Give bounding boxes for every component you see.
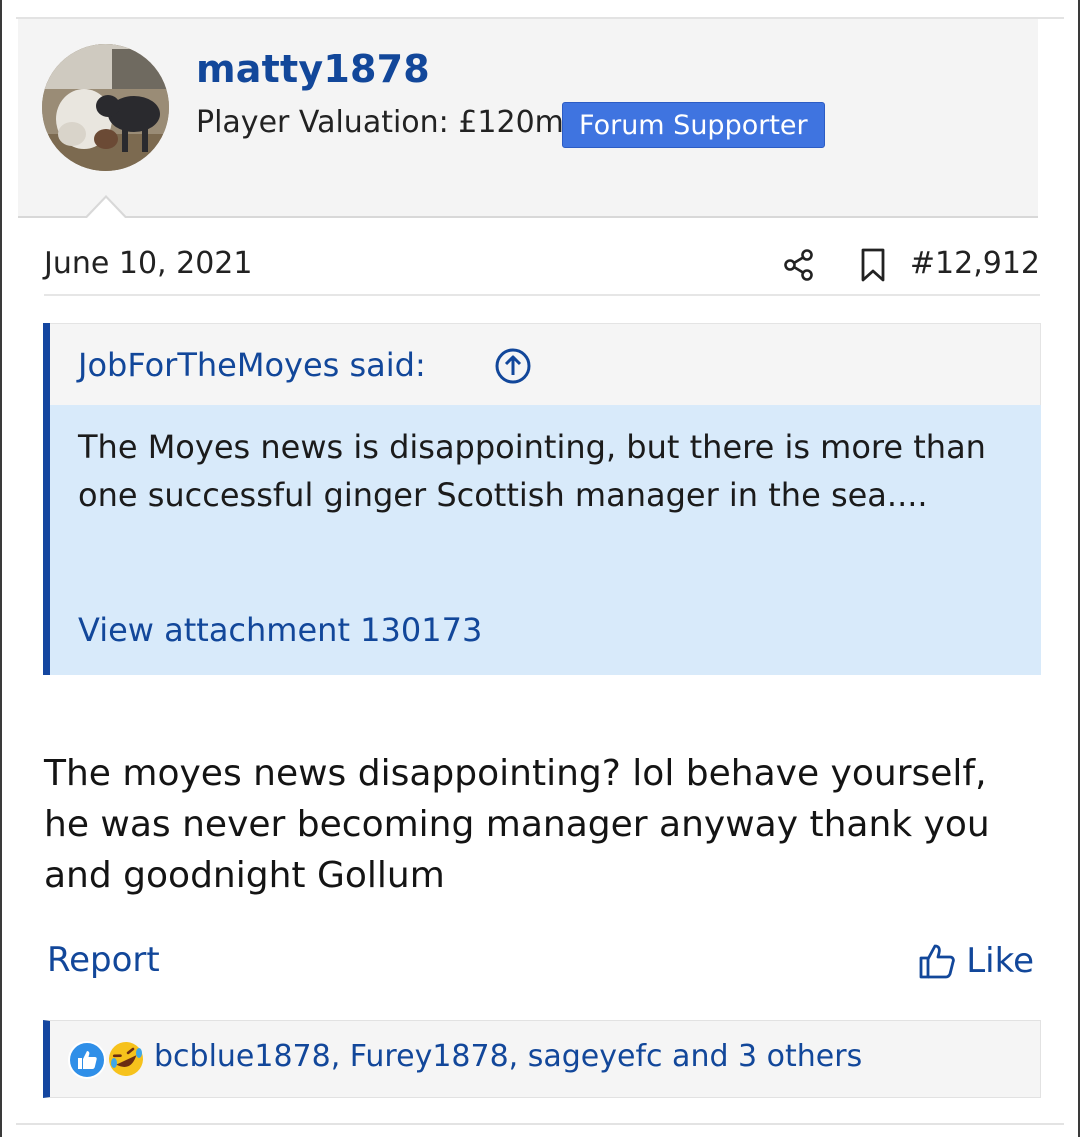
like-label: Like — [966, 941, 1034, 981]
report-link[interactable]: Report — [47, 940, 160, 980]
post-container: matty1878 Player Valuation: £120m Forum … — [0, 0, 1080, 1137]
arrow-up-circle-icon[interactable] — [494, 347, 532, 385]
header-pointer-fill — [86, 198, 126, 219]
divider — [16, 1123, 1064, 1125]
avatar-image — [42, 44, 169, 171]
forum-supporter-badge: Forum Supporter — [562, 102, 825, 148]
bookmark-icon[interactable] — [856, 247, 890, 283]
post-number[interactable]: #12,912 — [910, 246, 1040, 281]
user-valuation: Player Valuation: £120m — [196, 105, 564, 140]
quote-text: The Moyes news is disappointing, but the… — [78, 428, 986, 514]
reactions-bar[interactable]: bcblue1878, Furey1878, sageyefc and 3 ot… — [43, 1020, 1041, 1098]
share-icon[interactable] — [782, 248, 816, 282]
username[interactable]: matty1878 — [196, 47, 430, 91]
view-attachment-link[interactable]: View attachment 130173 — [78, 611, 482, 649]
like-button[interactable]: Like — [918, 938, 1034, 984]
quote-author[interactable]: JobForTheMoyes said: — [78, 346, 426, 384]
post-body: The moyes news disappointing? lol behave… — [44, 753, 990, 896]
avatar[interactable] — [42, 44, 169, 171]
laugh-reaction-icon — [109, 1042, 143, 1076]
reaction-users[interactable]: bcblue1878, Furey1878, sageyefc and 3 ot… — [154, 1039, 862, 1074]
post-meta-row: June 10, 2021 #12,912 — [44, 240, 1040, 296]
like-reaction-icon — [68, 1041, 106, 1079]
thumbs-up-icon — [919, 944, 955, 979]
quote-block: JobForTheMoyes said: The Moyes news is d… — [43, 323, 1041, 675]
quote-header: JobForTheMoyes said: — [50, 323, 1041, 405]
post-date[interactable]: June 10, 2021 — [44, 246, 252, 281]
user-header: matty1878 Player Valuation: £120m Forum … — [18, 19, 1038, 218]
